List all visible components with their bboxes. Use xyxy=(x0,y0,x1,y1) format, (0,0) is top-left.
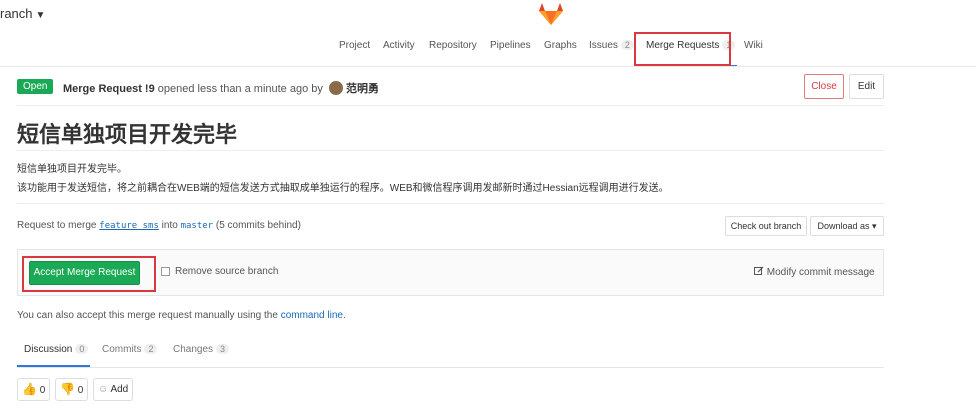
highlight-box-accept xyxy=(22,256,156,292)
request-prefix: Request to merge xyxy=(17,220,97,231)
page-title: 短信单独项目开发完毕 xyxy=(17,122,238,147)
nav-repository[interactable]: Repository xyxy=(429,40,477,51)
thumbs-down-icon: 👎 xyxy=(60,382,75,396)
mr-opened-text: opened less than a minute ago by xyxy=(157,83,323,95)
tab-discussion-label: Discussion xyxy=(24,344,73,355)
nav-issues[interactable]: Issues 2 xyxy=(589,40,634,51)
divider xyxy=(17,105,884,106)
description-line-2: 该功能用于发送短信，将之前耦合在WEB端的短信发送方式抽取成单独运行的程序。WE… xyxy=(17,183,669,194)
thumbs-up-award-button[interactable]: 👍 0 xyxy=(17,378,51,401)
command-line-link[interactable]: command line xyxy=(281,310,343,321)
modify-commit-message-label: Modify commit message xyxy=(766,267,875,278)
modify-commit-message-link[interactable]: Modify commit message xyxy=(754,266,875,278)
commits-count-badge: 2 xyxy=(144,344,158,354)
target-branch-link[interactable]: master xyxy=(181,221,214,231)
merge-request-branches: Request to merge feature_sms into master… xyxy=(17,220,301,231)
remove-source-branch-checkbox[interactable] xyxy=(161,267,170,276)
source-branch-link[interactable]: feature_sms xyxy=(99,221,159,231)
tab-commits[interactable]: Commits 2 xyxy=(102,344,158,355)
thumbs-up-icon: 👍 xyxy=(22,382,37,396)
download-as-label: Download as xyxy=(817,221,870,231)
nav-wiki[interactable]: Wiki xyxy=(744,40,763,51)
mr-reference: Merge Request !9 xyxy=(63,83,155,95)
changes-count-badge: 3 xyxy=(216,344,230,354)
manual-merge-hint: You can also accept this merge request m… xyxy=(17,310,346,321)
branch-label: ranch xyxy=(0,6,33,21)
thumbs-up-count: 0 xyxy=(39,385,46,396)
nav-activity[interactable]: Activity xyxy=(383,40,415,51)
edit-button[interactable]: Edit xyxy=(849,74,884,99)
tab-discussion[interactable]: Discussion 0 xyxy=(24,344,89,355)
nav-graphs[interactable]: Graphs xyxy=(544,40,577,51)
close-button[interactable]: Close xyxy=(804,74,844,99)
check-out-branch-button[interactable]: Check out branch xyxy=(725,216,807,236)
tab-changes-label: Changes xyxy=(173,344,214,355)
into-text: into xyxy=(161,220,178,231)
tab-commits-label: Commits xyxy=(102,344,142,355)
highlight-box-merge-requests xyxy=(634,32,731,66)
branch-dropdown[interactable]: ranch ▼ xyxy=(0,6,45,21)
issues-count-badge: 2 xyxy=(620,40,634,50)
nav-divider xyxy=(0,66,976,67)
chevron-down-icon: ▼ xyxy=(35,10,46,21)
gitlab-logo-icon[interactable] xyxy=(538,2,564,26)
nav-project[interactable]: Project xyxy=(339,40,370,51)
add-award-label: Add xyxy=(110,384,129,395)
caret-down-icon: ▾ xyxy=(872,221,877,231)
thumbs-down-award-button[interactable]: 👎 0 xyxy=(55,378,89,401)
commits-behind: (5 commits behind) xyxy=(215,220,301,231)
thumbs-down-count: 0 xyxy=(77,385,84,396)
project-nav: Project Activity Repository Pipelines Gr… xyxy=(0,40,976,66)
add-award-button[interactable]: ☺ Add xyxy=(93,378,134,401)
nav-pipelines[interactable]: Pipelines xyxy=(490,40,531,51)
manual-suffix: . xyxy=(342,310,346,321)
mr-detail-line: Merge Request !9 opened less than a minu… xyxy=(63,80,379,96)
manual-prefix: You can also accept this merge request m… xyxy=(17,310,278,321)
tabs-divider xyxy=(17,367,884,368)
status-badge: Open xyxy=(17,79,54,94)
edit-icon xyxy=(754,266,764,275)
remove-source-branch-label[interactable]: Remove source branch xyxy=(175,266,278,277)
tab-changes[interactable]: Changes 3 xyxy=(173,344,230,355)
avatar[interactable] xyxy=(328,81,343,95)
description-line-1: 短信单独项目开发完毕。 xyxy=(17,164,127,175)
nav-issues-label: Issues xyxy=(589,40,618,51)
author-name[interactable]: 范明勇 xyxy=(346,83,379,95)
divider xyxy=(17,203,884,204)
download-as-dropdown[interactable]: Download as ▾ xyxy=(810,216,884,236)
discussion-count-badge: 0 xyxy=(75,344,89,354)
smiley-icon: ☺ xyxy=(98,384,109,395)
divider xyxy=(17,150,884,151)
